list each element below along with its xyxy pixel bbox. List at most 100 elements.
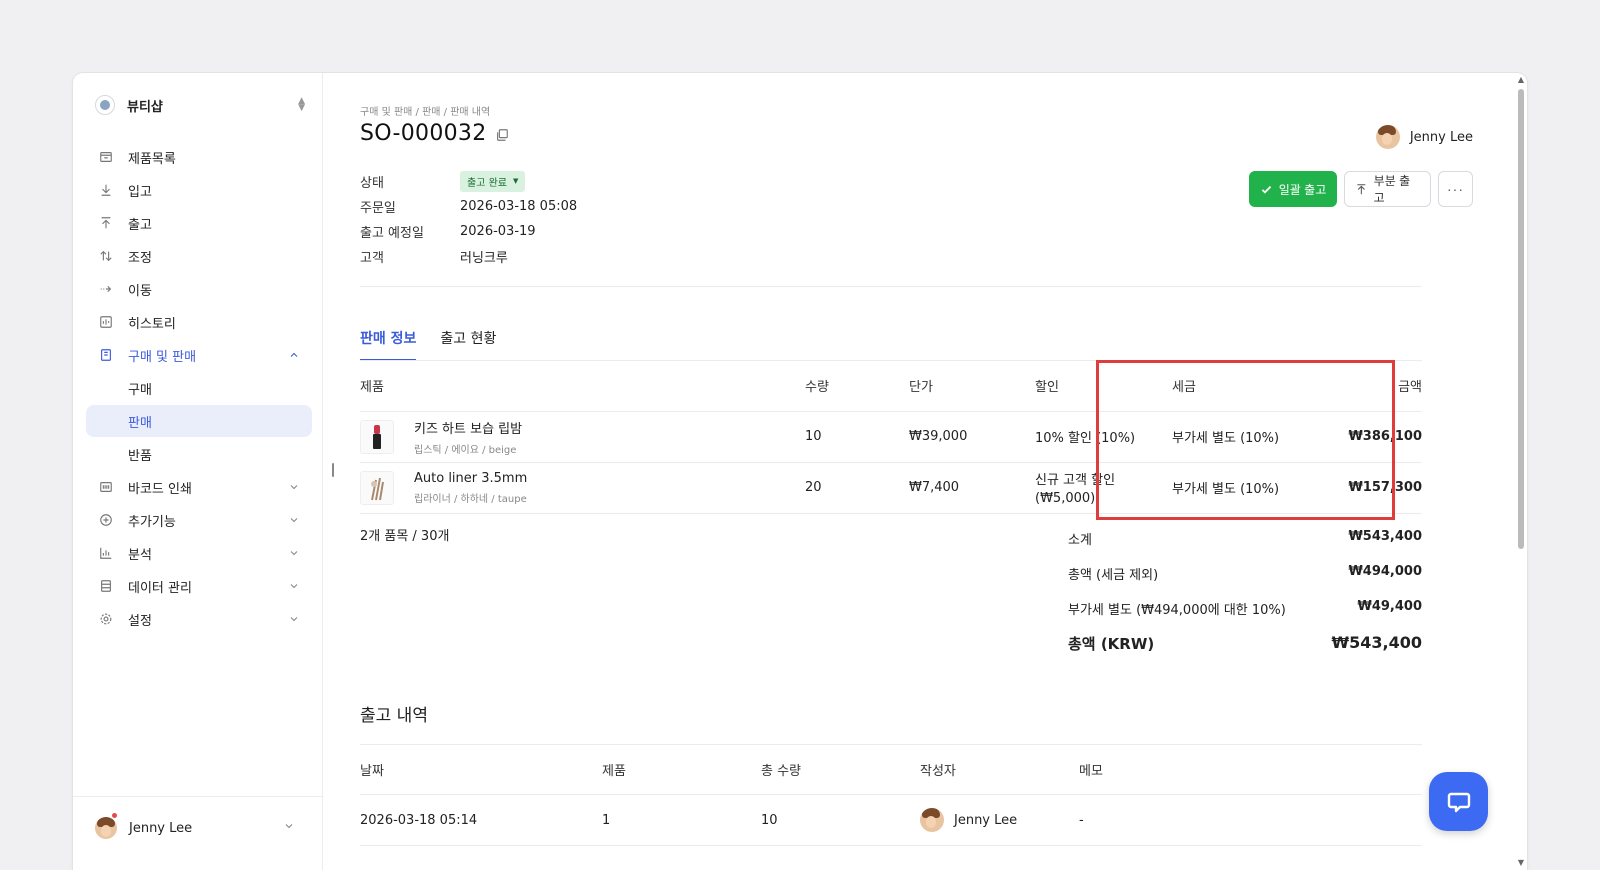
vat-row: 부가세 별도 (₩494,000에 대한 10%) ₩49,400	[1068, 599, 1422, 618]
status-row: 상태 출고 완료 ▼	[360, 170, 526, 192]
scroll-up-arrow-icon[interactable]: ▲	[1517, 76, 1525, 84]
table-row[interactable]: 2026-03-18 05:14 1 10 Jenny Lee -	[360, 794, 1422, 846]
chevron-down-icon	[286, 479, 302, 495]
col-date: 날짜	[360, 744, 602, 795]
chevron-down-icon	[286, 611, 302, 627]
col-memo: 메모	[1079, 744, 1422, 795]
sidebar-item-data[interactable]: 데이터 관리	[86, 570, 312, 602]
scroll-down-arrow-icon[interactable]: ▼	[1517, 859, 1525, 867]
sidebar-item-barcode[interactable]: 바코드 인쇄	[86, 471, 312, 503]
product-variant: 립라이너 / 하하네 / taupe	[414, 493, 527, 505]
qty-cell: 20	[805, 462, 909, 514]
col-total-qty: 총 수량	[761, 744, 920, 795]
upload-icon	[1357, 183, 1366, 194]
partial-ship-button[interactable]: 부분 출고	[1344, 171, 1431, 207]
sidebar-item-history[interactable]: 히스토리	[86, 306, 312, 338]
history-icon	[98, 314, 114, 330]
arrow-right-icon	[98, 281, 114, 297]
swap-icon	[98, 248, 114, 264]
sidebar: 뷰티샵 ▲ ▼ 제품목록 입고 출고 조정 이동 히스토리 구매 및 판매 구매…	[73, 73, 323, 870]
vat-label: 부가세 별도 (₩494,000에 대한 10%)	[1068, 603, 1286, 618]
sidebar-item-purchase[interactable]: 구매	[86, 372, 312, 404]
main-content: 구매 및 판매 / 판매 / 판매 내역 SO-000032 Jenny Lee…	[323, 73, 1527, 870]
sidebar-item-label: 분석	[128, 547, 152, 563]
col-price: 단가	[909, 361, 1035, 412]
gear-icon	[98, 611, 114, 627]
customer-row: 고객 러닝크루	[360, 246, 508, 266]
status-badge[interactable]: 출고 완료 ▼	[460, 170, 526, 192]
total-qty-cell: 10	[761, 794, 920, 846]
sidebar-item-outbound[interactable]: 출고	[86, 207, 312, 239]
sidebar-item-products[interactable]: 제품목록	[86, 141, 312, 173]
scroll-thumb[interactable]	[1518, 89, 1524, 549]
ship-all-button[interactable]: 일괄 출고	[1249, 171, 1337, 207]
header-user-name: Jenny Lee	[1409, 129, 1473, 145]
sidebar-item-move[interactable]: 이동	[86, 273, 312, 305]
database-icon	[98, 578, 114, 594]
total-row: 총액 (KRW) ₩543,400	[1068, 633, 1422, 654]
chevron-down-icon	[286, 512, 302, 528]
tab-sales-info[interactable]: 판매 정보	[360, 321, 417, 361]
scrollbar[interactable]: ▲ ▼	[1515, 73, 1527, 870]
shipment-section-title: 출고 내역	[360, 706, 428, 726]
subtotal-value: ₩543,400	[1348, 529, 1422, 544]
sidebar-item-label: 제품목록	[128, 151, 176, 167]
document-icon	[98, 347, 114, 363]
chat-support-button[interactable]	[1429, 772, 1488, 831]
sidebar-item-label: 출고	[128, 217, 152, 233]
workspace-logo-icon	[95, 95, 115, 115]
sidebar-item-settings[interactable]: 설정	[86, 603, 312, 635]
ship-date-row: 출고 예정일 2026-03-19	[360, 221, 536, 241]
user-menu[interactable]: Jenny Lee	[95, 812, 305, 843]
col-author: 작성자	[920, 744, 1079, 795]
order-date-label: 주문일	[360, 200, 396, 216]
user-name: Jenny Lee	[129, 820, 193, 836]
liner-icon	[371, 477, 384, 500]
sidebar-item-addons[interactable]: 추가기능	[86, 504, 312, 536]
workspace-name: 뷰티샵	[127, 99, 163, 115]
product-thumbnail	[360, 470, 394, 505]
action-buttons: 일괄 출고 부분 출고 ···	[1249, 171, 1473, 207]
product-name[interactable]: Auto liner 3.5mm	[414, 471, 527, 486]
arrow-down-icon	[98, 182, 114, 198]
more-options-button[interactable]: ···	[1438, 171, 1473, 207]
sidebar-item-sales[interactable]: 판매	[86, 405, 312, 437]
copy-icon[interactable]	[495, 127, 509, 141]
tab-bar: 판매 정보 출고 현황	[360, 321, 520, 361]
product-name[interactable]: 키즈 하트 보습 립밤	[414, 418, 522, 437]
sidebar-item-label: 추가기능	[128, 514, 176, 530]
chart-icon	[98, 545, 114, 561]
product-cell: 키즈 하트 보습 립밤 립스틱 / 에이요 / beige	[360, 418, 805, 456]
product-thumbnail	[360, 419, 394, 454]
chat-bubble-icon	[1447, 792, 1470, 812]
chevron-up-icon	[286, 347, 302, 363]
sidebar-item-returns[interactable]: 반품	[86, 438, 312, 470]
ship-all-label: 일괄 출고	[1278, 182, 1327, 197]
lipstick-icon	[373, 424, 381, 449]
sidebar-item-label: 설정	[128, 613, 152, 629]
total-label: 총액 (KRW)	[1068, 635, 1155, 653]
sidebar-footer: Jenny Lee	[73, 796, 323, 870]
sidebar-item-label: 바코드 인쇄	[128, 481, 192, 497]
chevron-down-icon	[283, 820, 295, 836]
chevron-down-icon	[286, 545, 302, 561]
item-count: 2개 품목 / 30개	[360, 529, 450, 544]
barcode-icon	[98, 479, 114, 495]
sidebar-item-label: 조정	[128, 250, 152, 266]
price-cell: ₩7,400	[909, 462, 1035, 514]
sidebar-item-inbound[interactable]: 입고	[86, 174, 312, 206]
sort-arrows-icon: ▲ ▼	[298, 96, 305, 113]
sidebar-item-analytics[interactable]: 분석	[86, 537, 312, 569]
partial-ship-label: 부분 출고	[1373, 174, 1411, 205]
sidebar-item-adjust[interactable]: 조정	[86, 240, 312, 272]
customer-value[interactable]: 러닝크루	[460, 247, 508, 266]
workspace-switcher[interactable]: 뷰티샵 ▲ ▼	[95, 93, 305, 117]
ship-date-label: 출고 예정일	[360, 225, 424, 241]
price-cell: ₩39,000	[909, 411, 1035, 463]
date-cell: 2026-03-18 05:14	[360, 794, 602, 846]
tab-shipment-status[interactable]: 출고 현황	[440, 321, 496, 361]
app-window: 뷰티샵 ▲ ▼ 제품목록 입고 출고 조정 이동 히스토리 구매 및 판매 구매…	[73, 73, 1527, 870]
chevron-down-icon	[286, 578, 302, 594]
avatar	[920, 808, 944, 832]
sidebar-item-purchase-sales[interactable]: 구매 및 판매	[86, 339, 312, 371]
